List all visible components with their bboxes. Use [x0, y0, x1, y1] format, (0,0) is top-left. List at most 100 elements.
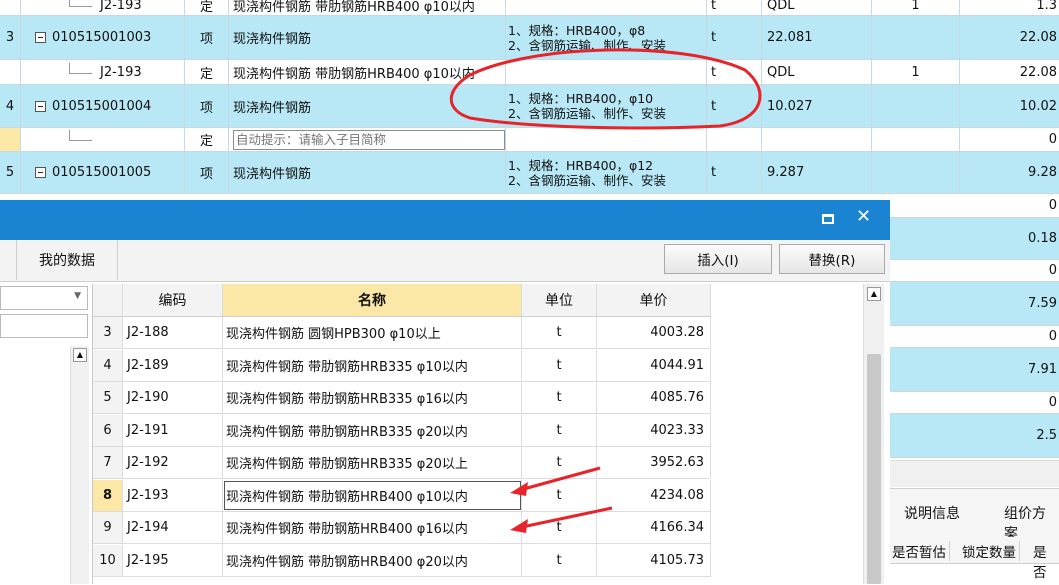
- row-qty: [872, 85, 960, 127]
- tab-my-data[interactable]: 我的数据: [16, 240, 118, 280]
- row-code: J2-194: [123, 512, 223, 543]
- dialog-titlebar[interactable]: ✕: [0, 200, 890, 240]
- row-unit: [707, 128, 762, 151]
- row-type: 项: [185, 85, 229, 127]
- row-code: 010515001004: [52, 98, 152, 114]
- quota-grid: 编码 名称 单位 单价 3 J2-188 现浇构件钢筋 圆钢HPB300 φ10以上…: [92, 284, 884, 584]
- bill-row[interactable]: 定 0: [0, 128, 1059, 152]
- header-unit[interactable]: 单位: [522, 284, 597, 316]
- row-no: 5: [93, 382, 123, 413]
- col-lock-qty[interactable]: 锁定数量: [962, 541, 1020, 561]
- row-number: 4: [0, 85, 21, 127]
- row-no: 6: [93, 414, 123, 446]
- bill-row[interactable]: 4 010515001004 项 现浇构件钢筋 1、规格：HRB400，φ10 2…: [0, 85, 1059, 128]
- row-code: J2-193: [123, 479, 223, 511]
- row-code: J2-188: [123, 317, 223, 348]
- row-name: 现浇构件钢筋: [229, 85, 506, 127]
- row-amount: 1.3: [1036, 0, 1057, 13]
- row-unit: t: [522, 317, 597, 348]
- bill-row[interactable]: J2-193 定 现浇构件钢筋 带肋钢筋HRB400 φ10以内 t QDL 1…: [0, 0, 1059, 16]
- row-type: 定: [185, 128, 229, 151]
- scroll-up-icon[interactable]: ▲: [73, 348, 87, 362]
- replace-button[interactable]: 替换(R): [779, 244, 885, 274]
- bill-amount-cell: 0: [890, 326, 1059, 348]
- row-number: [0, 0, 21, 15]
- row-unit: t: [522, 512, 597, 543]
- maximize-icon[interactable]: [822, 214, 834, 224]
- row-number: 5: [0, 152, 21, 193]
- grid-header: 编码 名称 单位 单价: [93, 284, 711, 317]
- library-select[interactable]: ▼: [0, 286, 88, 310]
- header-price[interactable]: 单价: [597, 284, 711, 316]
- table-row[interactable]: 5 J2-190 现浇构件钢筋 带肋钢筋HRB335 φ16以内 t 4085.76: [93, 382, 711, 414]
- row-no: 4: [93, 349, 123, 381]
- row-price: 4166.34: [597, 512, 711, 543]
- header-name[interactable]: 名称: [223, 284, 522, 316]
- row-no: 7: [93, 447, 123, 478]
- row-name: 现浇构件钢筋 带肋钢筋HRB400 φ10以内: [223, 479, 522, 511]
- row-name: 现浇构件钢筋 带肋钢筋HRB400 φ10以内: [229, 60, 506, 84]
- table-row[interactable]: 3 J2-188 现浇构件钢筋 圆钢HPB300 φ10以上 t 4003.28: [93, 317, 711, 349]
- row-qty: [872, 16, 960, 59]
- feature-line: 1、规格：HRB400，φ12: [508, 157, 654, 173]
- row-unit: t: [707, 152, 762, 193]
- row-unit: t: [707, 16, 762, 59]
- table-row[interactable]: 7 J2-192 现浇构件钢筋 带肋钢筋HRB335 φ20以上 t 3952.63: [93, 447, 711, 479]
- bill-row[interactable]: J2-193 定 现浇构件钢筋 带肋钢筋HRB400 φ10以内 t QDL 1…: [0, 60, 1059, 85]
- row-price: 4003.28: [597, 317, 711, 348]
- tree-search-input[interactable]: [0, 314, 88, 338]
- row-name: 现浇构件钢筋 带肋钢筋HRB335 φ20以上: [223, 447, 522, 478]
- row-amount: 22.08: [1019, 64, 1057, 80]
- feature-line: 2、含钢筋运输、制作、安装: [508, 37, 666, 53]
- row-name: 现浇构件钢筋: [229, 16, 506, 59]
- row-name: 现浇构件钢筋 带肋钢筋HRB400 φ16以内: [223, 512, 522, 543]
- quota-library-dialog: ✕ 我的数据 插入(I) 替换(R) ▼ ▲ 编码 名称 单位 单价 3 J2-1…: [0, 200, 890, 584]
- bill-row[interactable]: 5 010515001005 项 现浇构件钢筋 1、规格：HRB400，φ12 2…: [0, 152, 1059, 194]
- bill-amount-cell: 7.59: [890, 282, 1059, 326]
- row-features: 1、规格：HRB400，φ8 2、含钢筋运输、制作、安装: [506, 16, 707, 59]
- scroll-up-icon[interactable]: ▲: [867, 287, 881, 301]
- row-qty-expr: [762, 128, 872, 151]
- row-unit: t: [522, 382, 597, 413]
- bill-amount-cell: 0: [890, 194, 1059, 218]
- row-features: [506, 128, 707, 151]
- table-row[interactable]: 4 J2-189 现浇构件钢筋 带肋钢筋HRB335 φ10以内 t 4044.91: [93, 349, 711, 382]
- tree-connector: [69, 0, 92, 7]
- bill-row[interactable]: 3 010515001003 项 现浇构件钢筋 1、规格：HRB400，φ8 2、…: [0, 16, 1059, 60]
- table-row[interactable]: 10 J2-195 现浇构件钢筋 带肋钢筋HRB400 φ20以内 t 4105.73: [93, 544, 711, 577]
- row-amount: 9.28: [1028, 165, 1057, 180]
- row-name: 现浇构件钢筋 圆钢HPB300 φ10以上: [223, 317, 522, 348]
- bill-amount-cell: 7.91: [890, 348, 1059, 392]
- collapse-icon[interactable]: [35, 32, 46, 43]
- table-row[interactable]: 6 J2-191 现浇构件钢筋 带肋钢筋HRB335 φ20以内 t 4023.33: [93, 414, 711, 447]
- tab-description[interactable]: 说明信息: [904, 503, 960, 523]
- grid-scrollbar[interactable]: ▲: [863, 284, 884, 584]
- row-no: 9: [93, 512, 123, 543]
- row-unit: t: [707, 0, 762, 15]
- row-no: 8: [93, 479, 123, 511]
- row-unit: t: [522, 479, 597, 511]
- dialog-toolbar: 我的数据 插入(I) 替换(R): [0, 240, 890, 282]
- col-provisional[interactable]: 是否暂估: [892, 541, 950, 561]
- col-whether[interactable]: 是否: [1033, 541, 1059, 581]
- quota-name-input[interactable]: [233, 129, 505, 150]
- collapse-icon[interactable]: [35, 167, 46, 178]
- row-amount: 0: [1048, 132, 1057, 147]
- insert-button[interactable]: 插入(I): [664, 244, 772, 274]
- row-qty: [872, 152, 960, 193]
- table-row[interactable]: 8 J2-193 现浇构件钢筋 带肋钢筋HRB400 φ10以内 t 4234.08: [93, 479, 711, 512]
- scroll-thumb[interactable]: [867, 354, 881, 584]
- horizontal-scrollbar[interactable]: [890, 460, 1059, 487]
- row-qty-expr: 22.081: [762, 16, 872, 59]
- bill-amount-cell: 0.18: [890, 218, 1059, 260]
- collapse-icon[interactable]: [35, 100, 46, 112]
- row-name: 现浇构件钢筋 带肋钢筋HRB400 φ10以内: [229, 0, 506, 15]
- row-no: 3: [93, 317, 123, 348]
- row-code: J2-193: [100, 0, 142, 13]
- header-code[interactable]: 编码: [123, 284, 223, 316]
- table-row[interactable]: 9 J2-194 现浇构件钢筋 带肋钢筋HRB400 φ16以内 t 4166.34: [93, 512, 711, 544]
- close-icon[interactable]: ✕: [856, 206, 871, 227]
- row-amount: 10.02: [1019, 98, 1057, 114]
- row-number: 3: [0, 16, 21, 59]
- tree-scrollbar[interactable]: ▲: [70, 346, 89, 584]
